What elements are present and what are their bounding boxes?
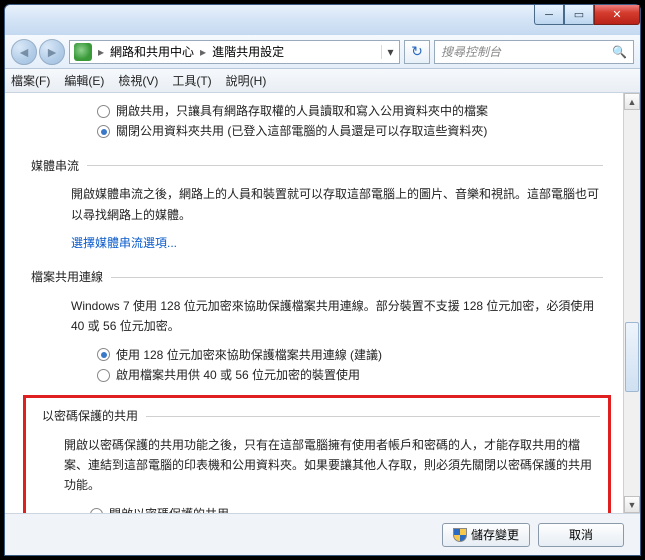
scrollbar[interactable]: ▲ ▼ xyxy=(623,93,640,513)
scroll-up-button[interactable]: ▲ xyxy=(624,93,640,110)
breadcrumb-seg-1[interactable]: 網路和共用中心 xyxy=(106,43,198,60)
titlebar[interactable]: ─ ▭ ✕ xyxy=(5,5,640,35)
public-sharing-opt-close[interactable]: 關閉公用資料夾共用 (已登入這部電腦的人員還是可以存取這些資料夾) xyxy=(97,121,603,141)
section-title: 檔案共用連線 xyxy=(31,267,103,287)
radio-label: 啟用檔案共用供 40 或 56 位元加密的裝置使用 xyxy=(116,365,360,385)
conn-desc: Windows 7 使用 128 位元加密來協助保護檔案共用連線。部分裝置不支援… xyxy=(71,296,599,337)
menu-help[interactable]: 說明(H) xyxy=(226,72,267,89)
scroll-down-button[interactable]: ▼ xyxy=(624,496,640,513)
radio-icon xyxy=(97,369,110,382)
maximize-button[interactable]: ▭ xyxy=(564,5,594,25)
forward-button[interactable]: ► xyxy=(39,39,65,65)
menu-tools[interactable]: 工具(T) xyxy=(172,72,211,89)
pwd-desc: 開啟以密碼保護的共用功能之後，只有在這部電腦擁有使用者帳戶和密碼的人，才能存取共… xyxy=(64,435,596,496)
radio-label: 開啟共用，只讓具有網路存取權的人員讀取和寫入公用資料夾中的檔案 xyxy=(116,101,488,121)
back-button[interactable]: ◄ xyxy=(11,39,37,65)
breadcrumb-seg-2[interactable]: 進階共用設定 xyxy=(208,43,288,60)
minimize-button[interactable]: ─ xyxy=(534,5,564,25)
search-icon: 🔍 xyxy=(612,45,627,59)
chevron-right-icon: ▸ xyxy=(96,45,106,59)
address-dropdown-icon[interactable]: ▾ xyxy=(381,45,399,59)
section-media-streaming: 媒體串流 xyxy=(31,156,603,176)
content-area: 開啟共用，只讓具有網路存取權的人員讀取和寫入公用資料夾中的檔案 關閉公用資料夾共… xyxy=(5,93,640,513)
settings-pane: 開啟共用，只讓具有網路存取權的人員讀取和寫入公用資料夾中的檔案 關閉公用資料夾共… xyxy=(5,93,623,513)
radio-label: 關閉公用資料夾共用 (已登入這部電腦的人員還是可以存取這些資料夾) xyxy=(116,121,487,141)
divider xyxy=(87,165,603,166)
scroll-track[interactable] xyxy=(624,110,640,496)
chevron-right-icon: ▸ xyxy=(198,45,208,59)
control-panel-window: ─ ▭ ✕ ◄ ► ▸ 網路和共用中心 ▸ 進階共用設定 ▾ ↻ 搜尋控制台 🔍… xyxy=(4,4,641,556)
conn-opt-4056bit[interactable]: 啟用檔案共用供 40 或 56 位元加密的裝置使用 xyxy=(97,365,603,385)
menu-view[interactable]: 檢視(V) xyxy=(118,72,158,89)
radio-label: 使用 128 位元加密來協助保護檔案共用連線 (建議) xyxy=(116,345,382,365)
public-sharing-opt-open[interactable]: 開啟共用，只讓具有網路存取權的人員讀取和寫入公用資料夾中的檔案 xyxy=(97,101,603,121)
menu-bar: 檔案(F) 編輯(E) 檢視(V) 工具(T) 說明(H) xyxy=(5,69,640,93)
section-title: 以密碼保護的共用 xyxy=(42,406,138,426)
radio-icon xyxy=(97,125,110,138)
highlighted-section: 以密碼保護的共用 開啟以密碼保護的共用功能之後，只有在這部電腦擁有使用者帳戶和密… xyxy=(23,395,611,513)
section-password-sharing: 以密碼保護的共用 xyxy=(42,406,600,426)
refresh-button[interactable]: ↻ xyxy=(404,40,430,64)
media-options-link[interactable]: 選擇媒體串流選項... xyxy=(71,233,177,253)
radio-icon xyxy=(97,348,110,361)
radio-icon xyxy=(97,105,110,118)
section-file-sharing-conn: 檔案共用連線 xyxy=(31,267,603,287)
search-placeholder: 搜尋控制台 xyxy=(441,43,501,60)
cancel-button[interactable]: 取消 xyxy=(538,523,624,547)
address-bar[interactable]: ▸ 網路和共用中心 ▸ 進階共用設定 ▾ xyxy=(69,40,400,64)
conn-opt-128bit[interactable]: 使用 128 位元加密來協助保護檔案共用連線 (建議) xyxy=(97,345,603,365)
network-icon xyxy=(74,43,92,61)
radio-label: 開啟以密碼保護的共用 xyxy=(109,504,229,513)
divider xyxy=(111,277,603,278)
menu-file[interactable]: 檔案(F) xyxy=(11,72,50,89)
save-changes-button[interactable]: 儲存變更 xyxy=(442,523,530,547)
divider xyxy=(146,416,600,417)
pwd-opt-enable[interactable]: 開啟以密碼保護的共用 xyxy=(90,504,600,513)
radio-icon xyxy=(90,508,103,513)
media-desc: 開啟媒體串流之後，網路上的人員和裝置就可以存取這部電腦上的圖片、音樂和視訊。這部… xyxy=(71,184,599,225)
button-label: 儲存變更 xyxy=(471,526,519,543)
footer: 儲存變更 取消 xyxy=(5,513,640,555)
nav-row: ◄ ► ▸ 網路和共用中心 ▸ 進階共用設定 ▾ ↻ 搜尋控制台 🔍 xyxy=(5,35,640,69)
menu-edit[interactable]: 編輯(E) xyxy=(64,72,104,89)
scroll-thumb[interactable] xyxy=(625,322,639,392)
search-input[interactable]: 搜尋控制台 🔍 xyxy=(434,40,634,64)
section-title: 媒體串流 xyxy=(31,156,79,176)
shield-icon xyxy=(453,528,467,542)
button-label: 取消 xyxy=(569,526,593,543)
close-button[interactable]: ✕ xyxy=(594,5,640,25)
